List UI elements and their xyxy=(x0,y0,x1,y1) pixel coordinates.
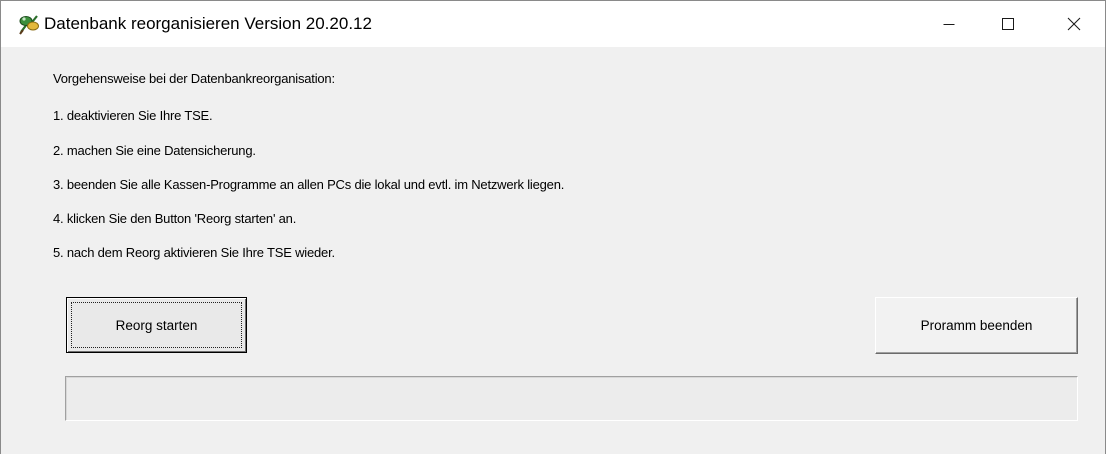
dialog-content: Vorgehensweise bei der Datenbankreorgani… xyxy=(1,47,1105,454)
database-app-icon xyxy=(17,12,41,36)
progress-bar xyxy=(65,376,1078,421)
reorg-start-button[interactable]: Reorg starten xyxy=(66,297,247,353)
maximize-icon xyxy=(1001,17,1015,31)
maximize-button[interactable] xyxy=(985,1,1031,47)
minimize-icon xyxy=(943,18,955,30)
minimize-button[interactable] xyxy=(926,1,972,47)
reorg-start-label: Reorg starten xyxy=(71,302,242,348)
quit-program-button[interactable]: Proramm beenden xyxy=(875,297,1078,354)
app-window: Datenbank reorganisieren Version 20.20.1… xyxy=(0,0,1106,454)
window-title: Datenbank reorganisieren Version 20.20.1… xyxy=(44,14,372,33)
instruction-step-3: 3. beenden Sie alle Kassen-Programme an … xyxy=(53,177,565,192)
instruction-step-2: 2. machen Sie eine Datensicherung. xyxy=(53,143,256,158)
instruction-step-4: 4. klicken Sie den Button 'Reorg starten… xyxy=(53,211,297,226)
instruction-step-5: 5. nach dem Reorg aktivieren Sie Ihre TS… xyxy=(53,245,335,260)
instruction-step-1: 1. deaktivieren Sie Ihre TSE. xyxy=(53,108,213,123)
close-button[interactable] xyxy=(1051,1,1097,47)
quit-program-label: Proramm beenden xyxy=(920,318,1033,333)
title-bar[interactable]: Datenbank reorganisieren Version 20.20.1… xyxy=(1,0,1105,47)
close-icon xyxy=(1067,17,1081,31)
instructions-heading: Vorgehensweise bei der Datenbankreorgani… xyxy=(53,71,335,86)
